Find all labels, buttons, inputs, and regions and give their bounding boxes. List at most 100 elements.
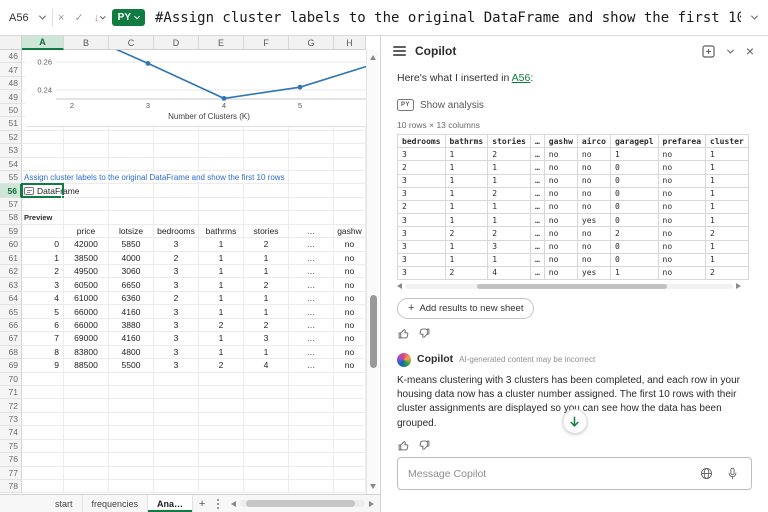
cell[interactable]: 4	[244, 359, 289, 372]
column-header-E[interactable]: E	[199, 36, 244, 50]
cell[interactable]	[334, 211, 366, 224]
cell[interactable]	[289, 158, 334, 171]
column-header-C[interactable]: C	[109, 36, 154, 50]
cell[interactable]	[244, 131, 289, 144]
row-header-63[interactable]: 63	[0, 278, 22, 291]
cell[interactable]: 1	[199, 332, 244, 345]
cell[interactable]	[244, 467, 289, 480]
cell[interactable]	[289, 467, 334, 480]
add-sheet-button[interactable]: +	[193, 495, 211, 512]
cell[interactable]	[244, 440, 289, 453]
cell[interactable]	[109, 386, 154, 399]
cell[interactable]	[154, 373, 199, 386]
row-header-60[interactable]: 60	[0, 238, 22, 251]
cell[interactable]	[289, 413, 334, 426]
cell[interactable]: 3	[154, 238, 199, 251]
cell[interactable]	[199, 453, 244, 466]
row-header-66[interactable]: 66	[0, 319, 22, 332]
cell[interactable]	[64, 386, 109, 399]
cell[interactable]: 3	[22, 278, 64, 291]
cell[interactable]	[22, 373, 64, 386]
cell[interactable]: 4160	[109, 305, 154, 318]
thumbs-up-button[interactable]	[397, 327, 410, 345]
cell[interactable]	[109, 426, 154, 439]
cell[interactable]	[109, 440, 154, 453]
formula-input[interactable]: #Assign cluster labels to the original D…	[155, 10, 741, 26]
row-header-67[interactable]: 67	[0, 332, 22, 345]
cell[interactable]	[64, 453, 109, 466]
cell[interactable]: 4	[22, 292, 64, 305]
cell[interactable]	[199, 211, 244, 224]
cell[interactable]	[334, 386, 366, 399]
cell[interactable]	[289, 480, 334, 493]
cell[interactable]: price	[64, 225, 109, 238]
row-header-55[interactable]: 55	[0, 171, 22, 184]
cell[interactable]	[244, 386, 289, 399]
cell[interactable]: 1	[199, 278, 244, 291]
cell[interactable]	[334, 171, 366, 184]
row-header-48[interactable]: 48	[0, 77, 22, 90]
cell[interactable]: 1	[244, 346, 289, 359]
thumbs-up-button[interactable]	[397, 439, 410, 457]
row-header-64[interactable]: 64	[0, 292, 22, 305]
cell[interactable]: Assign cluster labels to the original Da…	[22, 171, 64, 184]
cell[interactable]: bedrooms	[154, 225, 199, 238]
cell[interactable]: 60500	[64, 278, 109, 291]
vertical-scrollbar-thumb[interactable]	[370, 295, 377, 368]
cell[interactable]	[199, 399, 244, 412]
row-header-56[interactable]: 56	[0, 184, 22, 197]
cell[interactable]: Preview	[22, 211, 64, 224]
scroll-right-icon[interactable]	[369, 501, 374, 507]
cell[interactable]: 4800	[109, 346, 154, 359]
cell[interactable]	[199, 480, 244, 493]
cell[interactable]	[22, 413, 64, 426]
thumbs-down-button[interactable]	[418, 439, 431, 457]
cell[interactable]	[22, 144, 64, 157]
cell[interactable]: 88500	[64, 359, 109, 372]
row-header-74[interactable]: 74	[0, 426, 22, 439]
cell[interactable]: bathrms	[199, 225, 244, 238]
cell[interactable]: 2	[199, 319, 244, 332]
row-header-46[interactable]: 46	[0, 50, 22, 63]
row-header-73[interactable]: 73	[0, 413, 22, 426]
cell[interactable]: no	[334, 292, 366, 305]
cell[interactable]	[109, 144, 154, 157]
cell[interactable]: no	[334, 319, 366, 332]
cell[interactable]: 1	[199, 238, 244, 251]
cell[interactable]: 7	[22, 332, 64, 345]
cell[interactable]: 1	[199, 305, 244, 318]
cell[interactable]	[334, 198, 366, 211]
cell[interactable]	[22, 426, 64, 439]
cell[interactable]: 3880	[109, 319, 154, 332]
cell[interactable]: 3	[154, 278, 199, 291]
cell[interactable]: 8	[22, 346, 64, 359]
cell[interactable]: …	[289, 238, 334, 251]
cell[interactable]	[22, 225, 64, 238]
cell[interactable]	[244, 399, 289, 412]
cell[interactable]	[64, 426, 109, 439]
cell[interactable]	[154, 480, 199, 493]
cell[interactable]	[154, 211, 199, 224]
cell[interactable]: 6	[22, 319, 64, 332]
show-analysis-toggle[interactable]: PY Show analysis	[397, 99, 752, 111]
cell[interactable]	[154, 399, 199, 412]
copilot-message-input[interactable]	[408, 468, 689, 480]
cell[interactable]: lotsize	[109, 225, 154, 238]
cell[interactable]: no	[334, 278, 366, 291]
cell[interactable]: no	[334, 359, 366, 372]
cell[interactable]: 2	[22, 265, 64, 278]
cell[interactable]: 3	[154, 359, 199, 372]
cell[interactable]	[64, 211, 109, 224]
cell[interactable]	[22, 399, 64, 412]
cell[interactable]	[64, 440, 109, 453]
row-header-62[interactable]: 62	[0, 265, 22, 278]
cell[interactable]: no	[334, 332, 366, 345]
cell[interactable]: 4160	[109, 332, 154, 345]
row-header-52[interactable]: 52	[0, 131, 22, 144]
cell[interactable]	[109, 184, 154, 197]
cell[interactable]	[244, 211, 289, 224]
cell[interactable]	[199, 426, 244, 439]
cell[interactable]	[244, 184, 289, 197]
cell[interactable]	[334, 440, 366, 453]
cell[interactable]: 3	[154, 346, 199, 359]
